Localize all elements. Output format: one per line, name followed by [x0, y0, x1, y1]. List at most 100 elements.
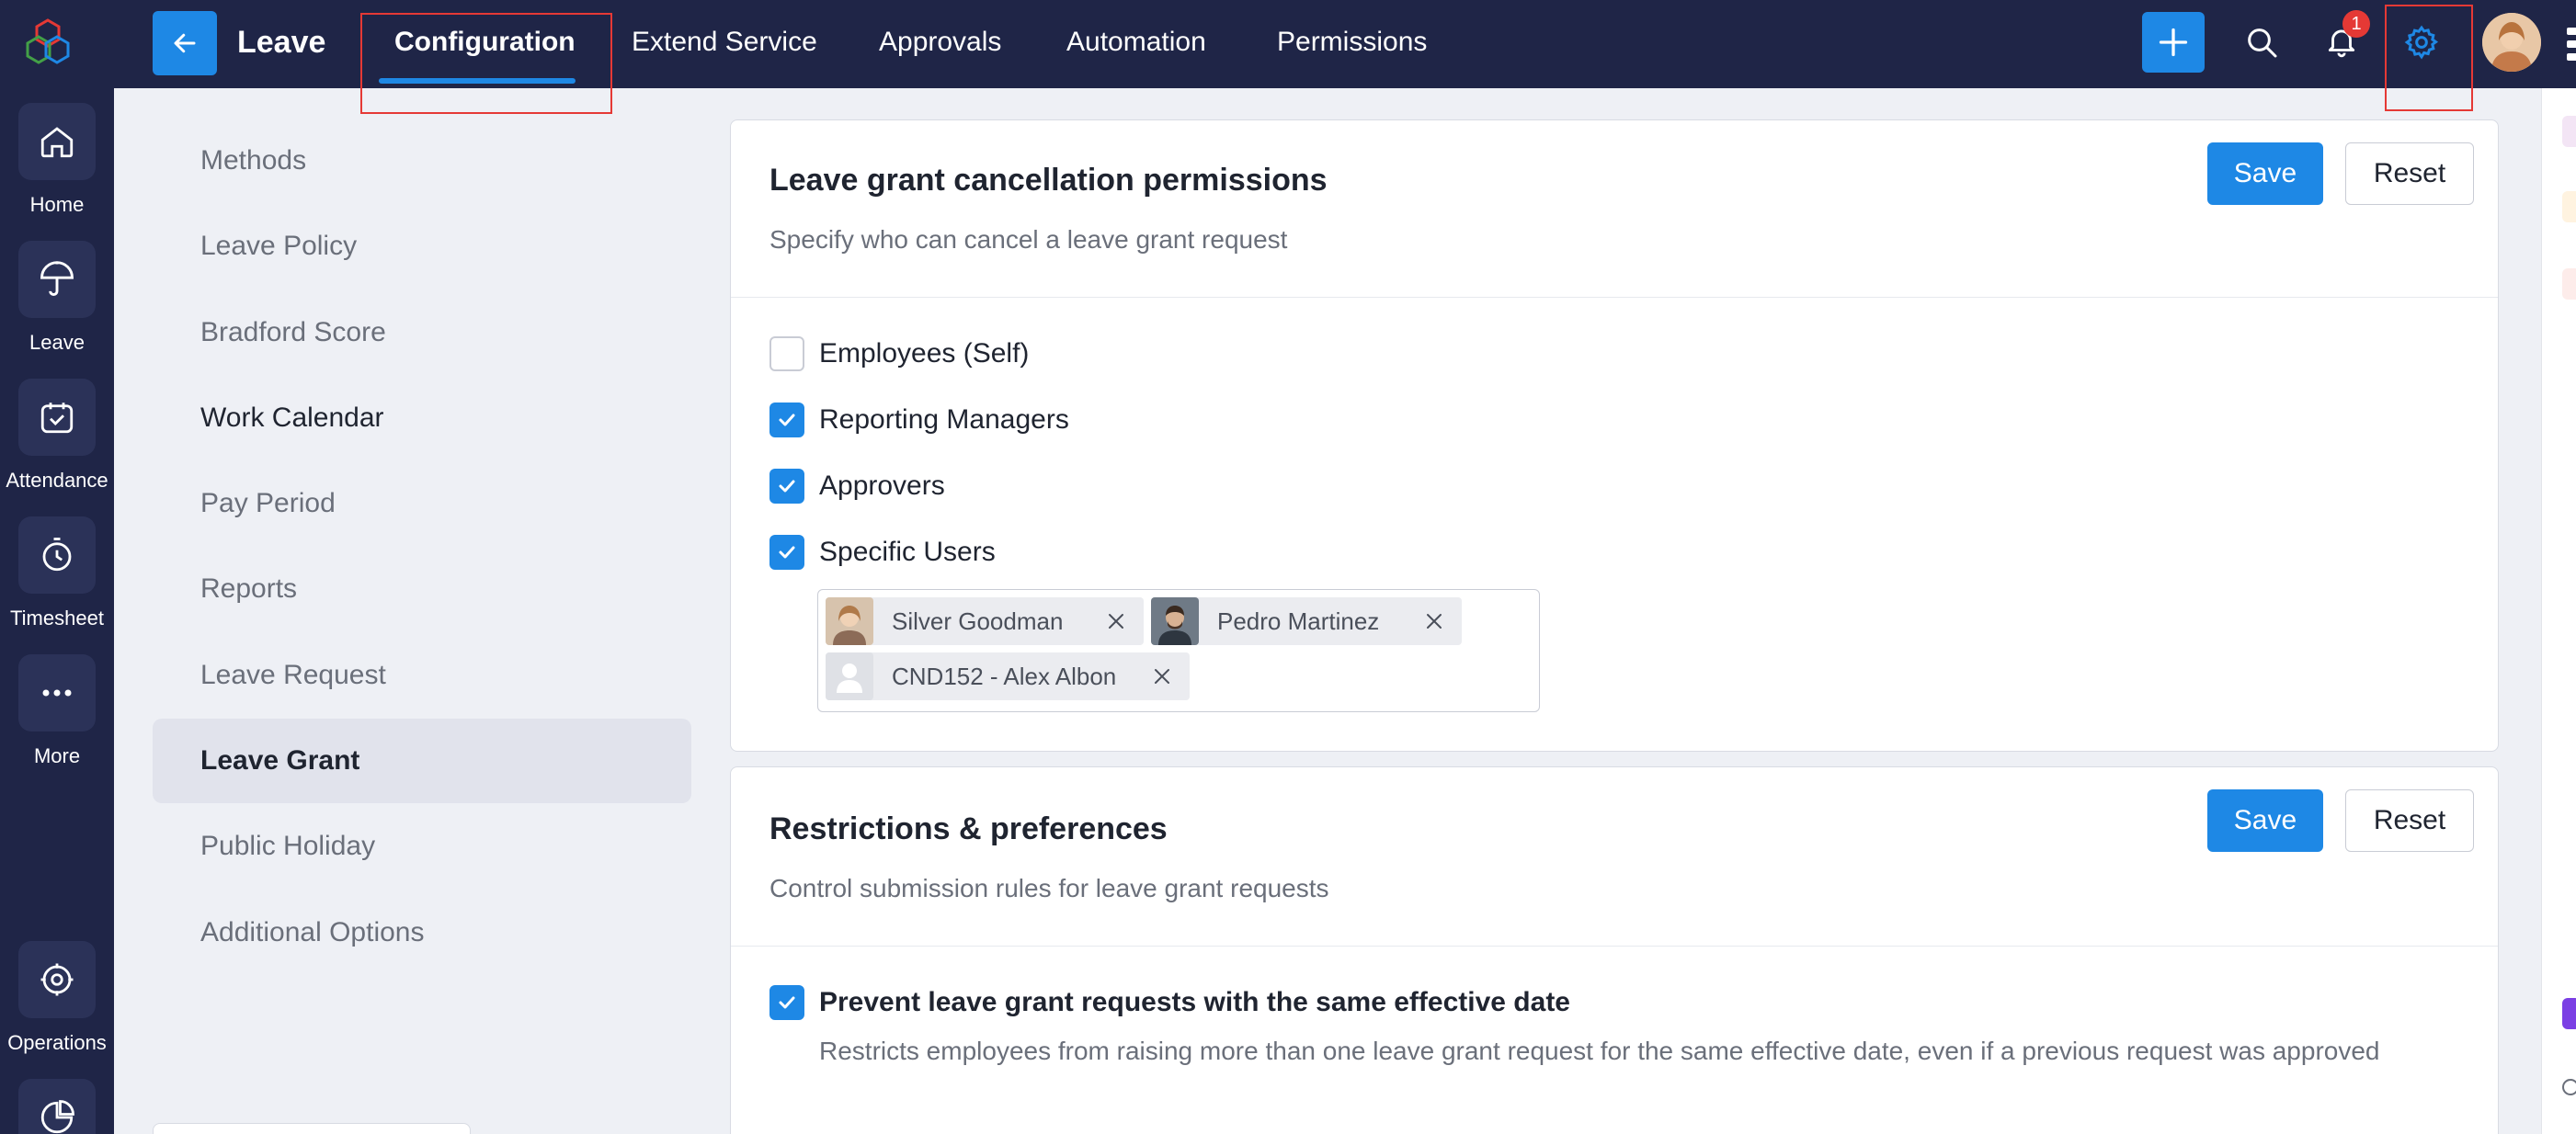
user-avatar[interactable]: [2482, 13, 2541, 72]
remove-user-icon[interactable]: [1423, 610, 1445, 632]
section-description: Control submission rules for leave grant…: [769, 874, 1329, 902]
kebab-menu-icon[interactable]: [2563, 24, 2576, 64]
sidebar-item-leave-grant[interactable]: Leave Grant: [153, 719, 691, 803]
rail-item-analytics[interactable]: [0, 1079, 114, 1134]
plus-icon: [2159, 28, 2188, 57]
divider: [731, 297, 2498, 298]
restrictions-preferences-card: Restrictions & preferences Control submi…: [730, 766, 2499, 1134]
add-button[interactable]: [2142, 12, 2205, 73]
specific-users-input[interactable]: Silver Goodman Pedro Martinez CND152 - A…: [817, 589, 1540, 712]
option-prevent-same-effective-date[interactable]: Prevent leave grant requests with the sa…: [769, 984, 1570, 1021]
option-label: Reporting Managers: [819, 404, 1069, 435]
default-avatar-icon: [826, 652, 873, 700]
tab-permissions[interactable]: Permissions: [1277, 27, 1427, 58]
more-dots-icon: [18, 654, 96, 731]
rail-item-attendance[interactable]: Attendance: [0, 379, 114, 493]
save-button[interactable]: Save: [2207, 789, 2323, 852]
section-title: Leave grant cancellation permissions: [769, 163, 1328, 198]
sidebar-item-work-calendar[interactable]: Work Calendar: [153, 376, 691, 460]
check-icon: [779, 414, 795, 426]
search-icon[interactable]: [2243, 24, 2280, 61]
user-name: CND152 - Alex Albon: [892, 662, 1117, 690]
tab-configuration[interactable]: Configuration: [394, 27, 576, 58]
user-chip: Silver Goodman: [826, 597, 1144, 645]
operations-icon: [18, 941, 96, 1018]
section-title: Restrictions & preferences: [769, 811, 1168, 846]
timer-icon: [18, 516, 96, 594]
reset-button[interactable]: Reset: [2345, 142, 2474, 205]
option-label: Prevent leave grant requests with the sa…: [819, 987, 1570, 1017]
remove-user-icon[interactable]: [1105, 610, 1127, 632]
sidebar-item-leave-request[interactable]: Leave Request: [153, 633, 691, 718]
rail-item-leave[interactable]: Leave: [0, 241, 114, 355]
umbrella-icon: [18, 241, 96, 318]
checkbox-checked[interactable]: [769, 469, 804, 504]
rail-label: Attendance: [6, 469, 108, 492]
sidebar-footer-card: [153, 1123, 471, 1134]
cancellation-permissions-card: Leave grant cancellation permissions Spe…: [730, 119, 2499, 752]
rail-item-operations[interactable]: Operations: [0, 941, 114, 1055]
gear-icon[interactable]: [2403, 24, 2440, 61]
divider: [731, 946, 2498, 947]
sidebar-item-bradford-score[interactable]: Bradford Score: [153, 290, 691, 375]
app-shortcut-icon[interactable]: [2562, 998, 2576, 1029]
option-label: Approvers: [819, 471, 945, 501]
tab-automation[interactable]: Automation: [1066, 27, 1206, 58]
app-logo-icon: [26, 18, 70, 64]
app-rail: Home Leave Attendance Timesheet More Ope…: [0, 0, 114, 1134]
user-photo: [1151, 597, 1199, 645]
rail-label: Timesheet: [10, 607, 104, 629]
user-chip: CND152 - Alex Albon: [826, 652, 1190, 700]
user-name: Pedro Martinez: [1217, 607, 1380, 635]
checkbox-unchecked[interactable]: [769, 336, 804, 371]
rail-item-home[interactable]: Home: [0, 103, 114, 217]
check-icon: [779, 546, 795, 559]
user-name: Silver Goodman: [892, 607, 1064, 635]
option-employees-self[interactable]: Employees (Self): [769, 335, 1029, 372]
option-reporting-managers[interactable]: Reporting Managers: [769, 402, 1069, 438]
calendar-check-icon: [18, 379, 96, 456]
tab-extend-service[interactable]: Extend Service: [632, 27, 817, 58]
sidebar-item-methods[interactable]: Methods: [153, 119, 691, 203]
rail-label: More: [33, 744, 81, 767]
sidebar-item-additional-options[interactable]: Additional Options: [153, 890, 691, 975]
right-side-rail: [2541, 88, 2576, 1134]
rail-item-timesheet[interactable]: Timesheet: [0, 516, 114, 630]
option-description: Restricts employees from raising more th…: [819, 1037, 2380, 1065]
option-label: Employees (Self): [819, 338, 1030, 369]
app-shortcut-icon[interactable]: [2562, 191, 2576, 222]
save-button[interactable]: Save: [2207, 142, 2323, 205]
rail-label: Leave: [29, 331, 85, 354]
arrow-left-icon: [174, 33, 196, 53]
app-shortcut-icon[interactable]: [2562, 268, 2576, 300]
rail-label: Operations: [7, 1031, 107, 1054]
active-tab-indicator: [379, 78, 576, 84]
pie-chart-icon: [18, 1079, 96, 1134]
home-icon: [18, 103, 96, 180]
checkbox-checked[interactable]: [769, 403, 804, 437]
rail-label: Home: [29, 193, 85, 216]
sidebar-item-reports[interactable]: Reports: [153, 547, 691, 631]
tab-approvals[interactable]: Approvals: [879, 27, 1001, 58]
checkbox-checked[interactable]: [769, 535, 804, 570]
rail-item-more[interactable]: More: [0, 654, 114, 768]
sidebar-item-pay-period[interactable]: Pay Period: [153, 461, 691, 546]
option-label: Specific Users: [819, 537, 996, 567]
top-navbar: Leave Configuration Extend Service Appro…: [114, 0, 2576, 88]
app-shortcut-icon[interactable]: [2562, 116, 2576, 147]
user-photo: [826, 597, 873, 645]
sidebar-item-public-holiday[interactable]: Public Holiday: [153, 804, 691, 889]
check-icon: [779, 480, 795, 493]
sidebar-item-leave-policy[interactable]: Leave Policy: [153, 204, 691, 289]
section-description: Specify who can cancel a leave grant req…: [769, 225, 1288, 254]
help-icon[interactable]: [2562, 1079, 2576, 1095]
module-title: Leave: [237, 25, 326, 60]
remove-user-icon[interactable]: [1151, 665, 1173, 687]
user-chip: Pedro Martinez: [1151, 597, 1462, 645]
option-specific-users[interactable]: Specific Users: [769, 534, 996, 571]
check-icon: [779, 996, 795, 1009]
option-approvers[interactable]: Approvers: [769, 468, 945, 505]
checkbox-checked[interactable]: [769, 985, 804, 1020]
back-button[interactable]: [153, 11, 217, 75]
reset-button[interactable]: Reset: [2345, 789, 2474, 852]
